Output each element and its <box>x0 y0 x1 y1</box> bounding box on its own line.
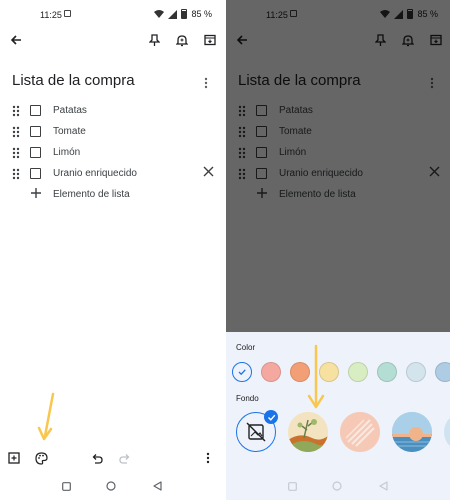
item-label[interactable]: Limón <box>53 147 80 158</box>
color-swatch[interactable] <box>377 362 397 382</box>
system-nav-bar <box>226 475 450 497</box>
background-section-label: Fondo <box>236 394 259 403</box>
note-editor-screen: 11:25 85 % Lista de la compra Patatas To… <box>0 0 224 500</box>
food-illustration-icon <box>340 412 380 452</box>
check-icon <box>238 369 246 376</box>
drag-handle-icon[interactable] <box>12 126 20 138</box>
item-checkbox[interactable] <box>30 126 41 137</box>
signal-icon <box>168 9 178 19</box>
status-bar: 11:25 85 % <box>0 0 224 30</box>
item-checkbox[interactable] <box>30 147 41 158</box>
status-indicators: 85 % <box>154 9 212 19</box>
sunset-illustration-icon <box>392 412 432 452</box>
check-icon <box>267 414 275 421</box>
reminder-button[interactable] <box>174 32 190 48</box>
list-item[interactable]: Patatas <box>0 101 224 122</box>
item-label[interactable]: Uranio enriquecido <box>53 168 137 179</box>
home-button[interactable] <box>331 480 343 492</box>
color-picker-screen: 11:25 85 % Lista de la compra Patatas To… <box>226 0 450 500</box>
color-swatch-default[interactable] <box>232 362 252 382</box>
color-swatch[interactable] <box>261 362 281 382</box>
drag-handle-icon[interactable] <box>12 105 20 117</box>
triangle-back-icon <box>152 481 162 491</box>
archive-button[interactable] <box>202 32 218 48</box>
add-list-item[interactable]: Elemento de lista <box>0 184 224 206</box>
background-sunset-option[interactable] <box>392 412 432 452</box>
delete-item-icon[interactable] <box>203 166 214 177</box>
drag-handle-icon[interactable] <box>12 168 20 180</box>
note-title[interactable]: Lista de la compra <box>12 72 135 89</box>
annotation-arrow-icon <box>307 344 325 409</box>
list-item[interactable]: Tomate <box>0 122 224 143</box>
more-vert-icon <box>204 77 208 89</box>
selected-check-badge <box>264 410 278 424</box>
list-item[interactable]: Limón <box>0 143 224 164</box>
circle-icon <box>332 481 342 491</box>
color-swatch[interactable] <box>406 362 426 382</box>
item-label[interactable]: Patatas <box>53 105 87 116</box>
add-item-label: Elemento de lista <box>53 189 130 200</box>
list-item[interactable]: Uranio enriquecido <box>0 164 224 185</box>
annotation-arrow-icon <box>37 392 55 441</box>
square-icon <box>287 481 297 491</box>
home-button[interactable] <box>105 480 117 492</box>
background-food-option[interactable] <box>340 412 380 452</box>
image-notification-icon <box>64 10 71 17</box>
redo-icon <box>119 453 130 464</box>
groceries-illustration-icon <box>288 412 328 452</box>
color-swatch[interactable] <box>348 362 368 382</box>
add-box-icon <box>8 452 20 464</box>
circle-icon <box>106 481 116 491</box>
system-nav-bar <box>0 475 224 497</box>
add-icon <box>31 188 41 198</box>
more-vert-icon <box>206 452 210 464</box>
palette-button[interactable] <box>34 451 48 465</box>
square-icon <box>61 481 71 491</box>
arrow-back-icon <box>10 35 21 45</box>
color-section-label: Color <box>236 343 256 352</box>
item-checkbox[interactable] <box>30 168 41 179</box>
drag-handle-icon[interactable] <box>12 147 20 159</box>
archive-icon <box>204 34 216 46</box>
palette-icon <box>34 451 48 465</box>
back-nav-button[interactable] <box>377 480 389 492</box>
editor-bottom-bar <box>0 448 224 470</box>
pin-icon <box>148 33 160 46</box>
item-checkbox[interactable] <box>30 105 41 116</box>
color-swatch[interactable] <box>435 362 450 382</box>
background-groceries-option[interactable] <box>288 412 328 452</box>
recents-button[interactable] <box>60 480 72 492</box>
add-box-button[interactable] <box>7 451 21 465</box>
pin-button[interactable] <box>146 32 162 48</box>
recents-button[interactable] <box>286 480 298 492</box>
redo-button[interactable] <box>118 451 132 465</box>
status-time: 11:25 <box>40 10 62 20</box>
battery-level: 85 % <box>191 9 212 19</box>
title-more-button[interactable] <box>200 76 212 90</box>
battery-icon <box>181 9 188 19</box>
background-more-option[interactable] <box>444 412 450 452</box>
back-button[interactable] <box>8 32 24 48</box>
undo-button[interactable] <box>90 451 104 465</box>
item-label[interactable]: Tomate <box>53 126 86 137</box>
more-options-button[interactable] <box>203 451 213 465</box>
triangle-back-icon <box>378 481 388 491</box>
dim-overlay[interactable] <box>226 0 450 332</box>
wifi-icon <box>154 10 165 18</box>
back-nav-button[interactable] <box>151 480 163 492</box>
bell-plus-icon <box>176 34 188 46</box>
undo-icon <box>92 453 103 464</box>
